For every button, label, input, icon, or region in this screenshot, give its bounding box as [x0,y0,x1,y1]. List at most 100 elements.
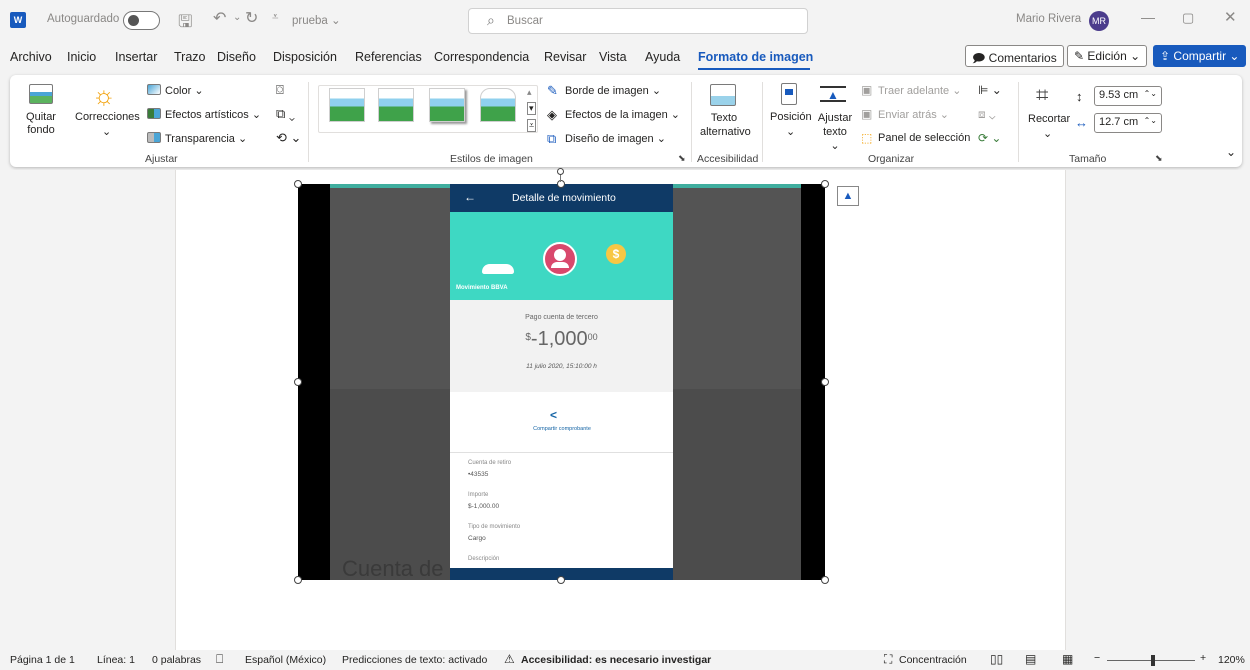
resize-handle-bottom[interactable] [557,576,565,584]
change-picture-icon[interactable]: ⧉ ⌄ [276,106,295,122]
web-layout-icon[interactable]: ▦ [1062,652,1073,666]
zoom-in-icon[interactable]: + [1200,652,1206,664]
undo-icon[interactable]: ↶ [213,8,226,28]
layout-options-icon[interactable]: ▲ [837,186,859,206]
minimize-icon[interactable]: — [1141,9,1155,25]
search-box[interactable]: ⌕ Buscar [468,8,808,34]
resize-handle-right[interactable] [821,378,829,386]
artistic-effects-button[interactable]: Efectos artísticos ⌄ [165,108,261,121]
resize-handle-bottom-right[interactable] [821,576,829,584]
status-words[interactable]: 0 palabras [152,654,201,666]
picture-styles-launcher-icon[interactable]: ⬊ [678,153,686,164]
alt-text-button[interactable]: Texto alternativo [700,111,751,139]
picture-style-2[interactable] [378,88,414,122]
gallery-more-icon[interactable]: ⩡ [527,119,537,132]
send-backward-button[interactable]: Enviar atrás ⌄ [878,108,949,121]
resize-handle-left[interactable] [294,378,302,386]
picture-border-button[interactable]: Borde de imagen ⌄ [565,84,661,97]
tab-trazo[interactable]: Trazo [174,50,206,64]
tab-diseno[interactable]: Diseño [217,50,256,64]
status-language[interactable]: Español (México) [245,654,326,666]
align-icon[interactable]: ⊫ ⌄ [978,83,1002,97]
gallery-down-icon[interactable]: ▾ [527,102,536,115]
wrap-text-button[interactable]: Ajustar texto ⌄ [817,111,853,153]
comments-button[interactable]: 🗩 Comentarios [965,45,1064,67]
tab-inicio[interactable]: Inicio [67,50,96,64]
status-line[interactable]: Línea: 1 [97,654,135,666]
redo-icon[interactable]: ↻ [245,8,258,28]
avatar[interactable]: MR [1089,11,1109,31]
read-mode-icon[interactable]: ▯▯ [990,652,1003,666]
group-label-arrange: Organizar [868,153,915,165]
customize-qat-icon[interactable]: ⩡ [272,11,279,24]
selection-pane-button[interactable]: Panel de selección [878,132,970,144]
restore-icon[interactable]: ▢ [1182,10,1194,26]
resize-handle-top-right[interactable] [821,180,829,188]
picture-style-1[interactable] [329,88,365,122]
rotate-handle[interactable] [557,168,564,175]
remove-background-icon[interactable] [29,84,53,104]
tab-vista[interactable]: Vista [599,50,627,64]
group-objects-icon[interactable]: ⧈ ⌄ [978,107,995,122]
resize-handle-bottom-left[interactable] [294,576,302,584]
position-button[interactable]: Posición [770,111,812,123]
selected-picture[interactable]: Cuenta de re ← Detalle de movimiento $ M… [298,184,825,580]
crop-icon[interactable]: ⌗ [1036,82,1048,108]
zoom-slider-thumb[interactable] [1151,655,1155,666]
share-label: Compartir [1173,49,1227,63]
close-icon[interactable]: ✕ [1224,8,1237,26]
proofing-icon[interactable]: ⎕ [216,652,223,667]
width-input[interactable]: 12.7 cm ⌃⌄ [1094,113,1162,133]
picture-layout-button[interactable]: Diseño de imagen ⌄ [565,132,666,145]
picture-border-icon: ✎ [547,83,558,98]
alt-text-icon[interactable] [710,84,736,106]
status-page[interactable]: Página 1 de 1 [10,654,75,666]
tab-ayuda[interactable]: Ayuda [645,50,680,64]
transparency-button[interactable]: Transparencia ⌄ [165,132,247,145]
corrections-button[interactable]: Correcciones [75,111,140,123]
tab-formato-de-imagen[interactable]: Formato de imagen [698,50,813,64]
crop-button[interactable]: Recortar [1028,113,1070,125]
crop-dropdown-icon[interactable]: ⌄ [1043,127,1052,140]
share-button[interactable]: ⇪ Compartir ⌄ [1153,45,1247,67]
autosave-toggle[interactable] [123,11,160,30]
zoom-level[interactable]: 120% [1218,654,1245,666]
separator [762,82,763,162]
save-icon[interactable]: 🖫 [178,9,192,38]
editing-button[interactable]: ✎ Edición ⌄ [1067,45,1148,67]
picture-style-3[interactable] [429,88,465,122]
tab-revisar[interactable]: Revisar [544,50,586,64]
tab-insertar[interactable]: Insertar [115,50,157,64]
title-bar: W Autoguardado 🖫 ↶ ⌄ ↻ ⩡ prueba ⌄ ⌕ Busc… [0,0,1250,42]
height-icon: ↕ [1076,89,1083,104]
tab-archivo[interactable]: Archivo [10,50,52,64]
gallery-up-icon[interactable]: ▴ [527,87,532,98]
height-input[interactable]: 9.53 cm ⌃⌄ [1094,86,1162,106]
reset-picture-icon[interactable]: ⟲ ⌄ [276,130,301,146]
document-name[interactable]: prueba ⌄ [292,13,341,27]
focus-button[interactable]: Concentración [899,654,967,666]
size-launcher-icon[interactable]: ⬊ [1155,153,1163,164]
status-predictions[interactable]: Predicciones de texto: activado [342,654,487,666]
print-layout-icon[interactable]: ▤ [1025,652,1036,666]
zoom-out-icon[interactable]: − [1094,652,1100,664]
tab-disposicion[interactable]: Disposición [273,50,337,64]
resize-handle-top[interactable] [557,180,565,188]
corrections-dropdown-icon[interactable]: ⌄ [102,125,111,138]
undo-dropdown-icon[interactable]: ⌄ [233,12,241,23]
tab-referencias[interactable]: Referencias [355,50,422,64]
status-accessibility[interactable]: Accesibilidad: es necesario investigar [521,654,711,666]
remove-background-button[interactable]: Quitar fondo [22,111,60,137]
collapse-ribbon-icon[interactable]: ⌄ [1226,145,1236,159]
rotate-icon[interactable]: ⟳ ⌄ [978,131,1001,145]
picture-style-4[interactable] [480,88,516,122]
bring-forward-button[interactable]: Traer adelante ⌄ [878,84,961,97]
tab-correspondencia[interactable]: Correspondencia [434,50,529,64]
corrections-icon[interactable]: ☼ [92,80,116,111]
separator [308,82,309,162]
color-button[interactable]: Color ⌄ [165,84,204,97]
compress-pictures-icon[interactable]: ⌼ [276,82,284,98]
picture-effects-button[interactable]: Efectos de la imagen ⌄ [565,108,680,121]
resize-handle-top-left[interactable] [294,180,302,188]
position-dropdown-icon[interactable]: ⌄ [786,125,795,138]
